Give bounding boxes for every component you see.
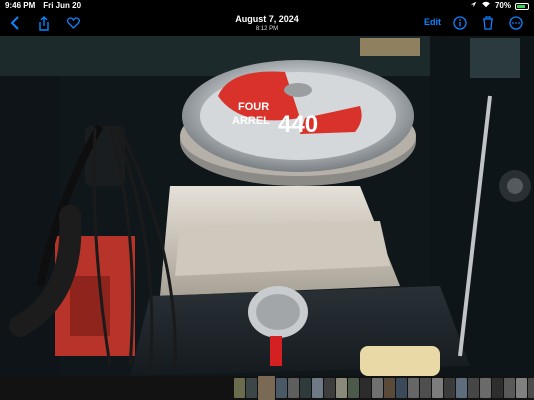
engine-photo: FOUR ARREL 440 xyxy=(0,36,534,376)
filmstrip-thumbnail[interactable] xyxy=(234,378,245,398)
filmstrip-thumbnail[interactable] xyxy=(288,378,299,398)
filmstrip-thumbnail[interactable] xyxy=(384,378,395,398)
air-cleaner-label-four: FOUR xyxy=(238,101,269,113)
status-date: Fri Jun 20 xyxy=(43,1,82,10)
filmstrip-thumbnail[interactable] xyxy=(348,378,359,398)
filmstrip-thumbnail[interactable] xyxy=(372,378,383,398)
filmstrip-thumbnail-selected[interactable] xyxy=(258,376,275,400)
filmstrip-thumbnail[interactable] xyxy=(516,378,527,398)
filmstrip-thumbnail[interactable] xyxy=(480,378,491,398)
filmstrip-thumbnail[interactable] xyxy=(408,378,419,398)
engine-size-label: 440 xyxy=(278,111,318,138)
filmstrip-thumbnail[interactable] xyxy=(432,378,443,398)
filmstrip-thumbnail[interactable] xyxy=(276,378,287,398)
filmstrip-thumbnail[interactable] xyxy=(246,378,257,398)
trash-icon[interactable] xyxy=(479,14,497,32)
filmstrip-thumbnail[interactable] xyxy=(300,378,311,398)
location-icon xyxy=(470,0,477,12)
filmstrip-thumbnail[interactable] xyxy=(336,378,347,398)
filmstrip-thumbnail[interactable] xyxy=(456,378,467,398)
filmstrip-thumbnail[interactable] xyxy=(396,378,407,398)
filmstrip-thumbnail[interactable] xyxy=(444,378,455,398)
status-bar: 9:46 PM Fri Jun 20 70% xyxy=(0,0,534,12)
status-time: 9:46 PM xyxy=(5,1,36,10)
filmstrip-thumbnail[interactable] xyxy=(312,378,323,398)
air-cleaner-label-barrel: ARREL xyxy=(232,115,270,127)
filmstrip-thumbnail[interactable] xyxy=(528,378,534,398)
info-icon[interactable] xyxy=(451,14,469,32)
battery-percent: 70% xyxy=(494,1,511,10)
photo-viewer[interactable]: FOUR ARREL 440 xyxy=(0,36,534,376)
filmstrip-thumbnail[interactable] xyxy=(420,378,431,398)
edit-button[interactable]: Edit xyxy=(424,17,441,27)
battery-icon xyxy=(515,2,529,10)
filmstrip-thumbnail[interactable] xyxy=(504,378,515,398)
filmstrip-thumbnail[interactable] xyxy=(324,378,335,398)
wifi-icon xyxy=(481,0,491,12)
filmstrip-thumbnail[interactable] xyxy=(360,378,371,398)
filmstrip-thumbnail[interactable] xyxy=(492,378,503,398)
filmstrip[interactable] xyxy=(0,376,534,400)
more-icon[interactable] xyxy=(507,14,525,32)
filmstrip-thumbnail[interactable] xyxy=(468,378,479,398)
nav-bar: August 7, 2024 8:12 PM Edit xyxy=(0,12,534,36)
